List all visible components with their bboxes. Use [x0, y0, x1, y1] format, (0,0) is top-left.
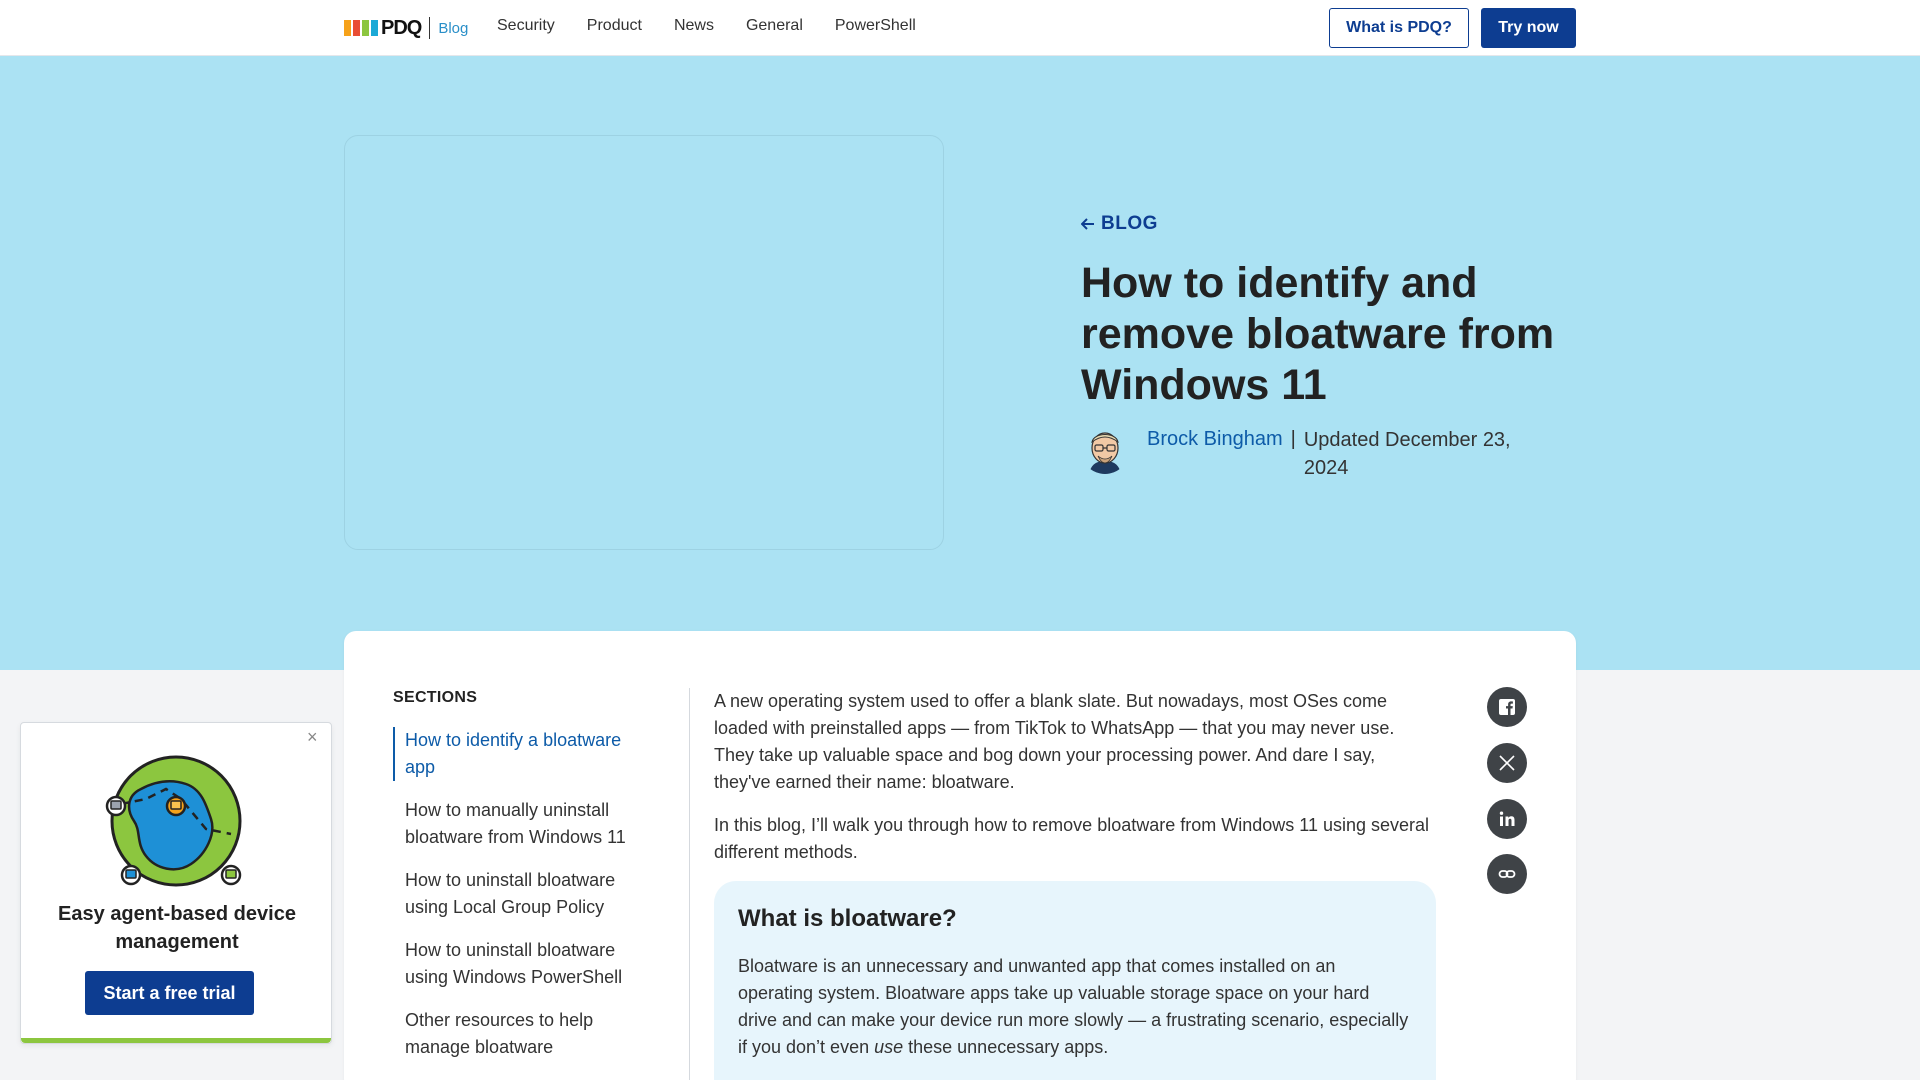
toc-item-manual-uninstall[interactable]: How to manually uninstall bloatware from… [393, 797, 653, 851]
toc-item-other-resources[interactable]: Other resources to help manage bloatware [393, 1007, 653, 1061]
author-separator: | [1290, 428, 1296, 450]
hero-banner [0, 56, 1920, 670]
author-avatar [1081, 426, 1129, 474]
share-facebook-button[interactable] [1487, 687, 1527, 727]
table-of-contents: How to identify a bloatware app How to m… [393, 727, 653, 1077]
close-icon[interactable]: × [307, 727, 318, 748]
logo-divider [429, 17, 431, 39]
copy-link-button[interactable] [1487, 854, 1527, 894]
nav-product[interactable]: Product [587, 17, 642, 35]
article-paragraph-2: In this blog, I’ll walk you through how … [714, 815, 1430, 862]
bloatware-callout: What is bloatware? Bloatware is an unnec… [714, 881, 1436, 1080]
back-to-blog-link[interactable]: BLOG [1081, 213, 1158, 235]
arrow-left-icon [1081, 218, 1094, 230]
x-icon [1499, 755, 1515, 771]
article-title: How to identify and remove bloatware fro… [1081, 259, 1555, 409]
nav-general[interactable]: General [746, 17, 803, 35]
toc-divider [689, 688, 690, 1080]
nav-powershell[interactable]: PowerShell [835, 17, 916, 35]
callout-text-emphasis: use [874, 1037, 904, 1057]
callout-text: Bloatware is an unnecessary and unwanted… [738, 953, 1412, 1061]
logo-color-bars [344, 20, 378, 36]
nav-news[interactable]: News [674, 17, 714, 35]
linkedin-icon [1499, 811, 1515, 826]
promo-title: Easy agent-based device management [58, 903, 296, 953]
share-x-button[interactable] [1487, 743, 1527, 783]
pdq-blog-logo[interactable]: PDQ Blog [344, 17, 468, 39]
article-body: A new operating system used to offer a b… [714, 688, 1434, 882]
back-link-label: BLOG [1101, 213, 1158, 234]
logo-wordmark: PDQ [381, 16, 422, 39]
callout-title: What is bloatware? [738, 905, 957, 932]
sections-heading: SECTIONS [393, 689, 478, 706]
article-paragraph-1: A new operating system used to offer a b… [714, 691, 1395, 792]
start-free-trial-button[interactable]: Start a free trial [85, 971, 254, 1015]
share-linkedin-button[interactable] [1487, 799, 1527, 839]
toc-item-identify[interactable]: How to identify a bloatware app [393, 727, 653, 781]
callout-text-end: these unnecessary apps. [903, 1037, 1109, 1057]
link-icon [1498, 870, 1516, 878]
globe-network-icon [105, 755, 242, 887]
author-name-link[interactable]: Brock Bingham [1147, 428, 1283, 451]
logo-blog-label: Blog [438, 19, 469, 37]
try-now-button[interactable]: Try now [1481, 8, 1576, 48]
what-is-pdq-button[interactable]: What is PDQ? [1329, 8, 1469, 48]
hero-image-placeholder [344, 135, 944, 550]
updated-date: Updated December 23, 2024 [1303, 429, 1511, 479]
main-nav: Security Product News General PowerShell [497, 17, 916, 35]
promo-accent-bar [21, 1038, 331, 1043]
top-navbar: PDQ Blog Security Product News General P… [0, 0, 1920, 56]
toc-item-powershell[interactable]: How to uninstall bloatware using Windows… [393, 937, 653, 991]
nav-security[interactable]: Security [497, 17, 555, 35]
author-row: Brock Bingham | Updated December 23, 202… [1081, 426, 1529, 482]
toc-item-group-policy[interactable]: How to uninstall bloatware using Local G… [393, 867, 653, 921]
promo-popup: × Easy agent-based device management Sta… [20, 722, 332, 1044]
facebook-icon [1499, 699, 1515, 715]
